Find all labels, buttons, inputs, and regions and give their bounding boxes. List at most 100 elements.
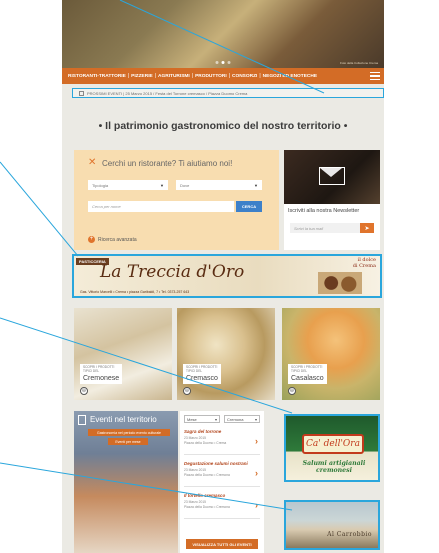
nav-separator: |: [191, 73, 194, 79]
month-select-value: Mese: [187, 416, 197, 422]
event-item[interactable]: Degustazione salumi nostrani 23 Marzo 20…: [184, 461, 260, 487]
newsletter-panel: Iscriviti alla nostra Newsletter Scrivi …: [284, 150, 380, 250]
events-ticker-text: PROSSIMI EVENTI | 25 Marzo 2015 / Festa …: [87, 90, 248, 96]
treccia-doro-ad-banner[interactable]: PASTICCERIA La Treccia d'Oro il dolce di…: [72, 254, 382, 298]
events-ticker[interactable]: PROSSIMI EVENTI | 25 Marzo 2015 / Festa …: [72, 88, 384, 98]
events-list: Mese ▾ Cremona ▾ Sagra del torrone 23 Ma…: [180, 411, 264, 553]
product-kicker: TIPICI DEL: [291, 368, 308, 373]
product-name: Cremonese: [83, 374, 120, 382]
newsletter-title: Iscriviti alla nostra Newsletter: [288, 208, 360, 214]
send-arrow-icon[interactable]: ➤: [360, 223, 374, 233]
envelope-icon: [319, 167, 345, 185]
event-item[interactable]: Il tortello cremasco 23 Marzo 2015 Piazz…: [184, 493, 260, 519]
chevron-down-icon: ▾: [254, 417, 257, 422]
main-nav: RISTORANTI-TRATTORIE | PIZZERIE | AGRITU…: [62, 68, 384, 84]
chevron-down-icon: ▼: [160, 183, 164, 188]
events-panel: Eventi nel territorio Gastronomia nel pe…: [74, 411, 178, 553]
name-search-input[interactable]: Cerca per nome: [88, 201, 234, 212]
events-by-month-button[interactable]: Eventi per mese: [108, 438, 148, 445]
product-label: SCOPRI I PRODOTTI TIPICI DEL Casalasco: [288, 364, 327, 384]
nav-separator: |: [259, 73, 261, 79]
event-name: Il tortello cremasco: [184, 493, 226, 498]
chevron-down-icon: ▼: [254, 183, 258, 188]
banner-slogan: il dolce di Crema: [352, 257, 376, 269]
arrow-circle-icon[interactable]: ⊖: [80, 387, 88, 395]
product-label: SCOPRI I PRODOTTI TIPICI DEL Cremonese: [80, 364, 123, 384]
search-button[interactable]: CERCA: [236, 201, 262, 212]
main-content: PROSSIMI EVENTI | 25 Marzo 2015 / Festa …: [62, 84, 384, 553]
nav-item-negozi[interactable]: NEGOZI ED ENOTECHE: [263, 74, 317, 79]
chevron-right-icon[interactable]: ›: [255, 500, 258, 510]
product-kicker: TIPICI DEL: [186, 368, 203, 373]
all-events-button[interactable]: VISUALIZZA TUTTI GLI EVENTI: [186, 539, 258, 549]
hero-image: Foto della Collezione Crema: [62, 0, 384, 68]
calendar-icon: [78, 415, 86, 425]
chevron-right-icon[interactable]: ›: [255, 436, 258, 446]
cakes-image: [318, 272, 362, 294]
nav-item-consorzi[interactable]: CONSORZI: [232, 74, 257, 79]
chevron-down-icon: ▾: [214, 417, 217, 422]
ad-slogan: Salumi artigianali cremonesi: [302, 460, 366, 474]
area-select[interactable]: Cremona ▾: [224, 415, 260, 423]
newsletter-image: [284, 150, 380, 204]
cremasco-image: [177, 308, 275, 400]
event-date: 23 Marzo 2015: [184, 436, 206, 440]
arrow-circle-icon[interactable]: ⊖: [288, 387, 296, 395]
nav-separator: |: [154, 73, 157, 79]
advanced-search-link[interactable]: + Ricerca avanzata: [88, 236, 137, 243]
search-title: Cerchi un ristorante? Ti aiutiamo noi!: [102, 159, 233, 168]
ad-brand: Al Carrobbio: [327, 531, 372, 538]
slider-dot[interactable]: [227, 61, 231, 64]
restaurant-search-panel: ✕ Cerchi un ristorante? Ti aiutiamo noi!…: [74, 150, 279, 250]
ad-brand: Ca' dell'Ora: [302, 434, 364, 454]
cutlery-icon: ✕: [88, 157, 97, 168]
events-title: Eventi nel territorio: [90, 415, 157, 424]
banner-slogan-line2: di Crema: [352, 262, 376, 269]
event-name: Sagra del torrone: [184, 429, 222, 434]
nav-item-produttori[interactable]: PRODUTTORI: [195, 74, 227, 79]
product-name: Cremasco: [186, 374, 218, 382]
section-title: • Il patrimonio gastronomico del nostro …: [98, 120, 348, 132]
arrow-circle-icon[interactable]: ⊖: [183, 387, 191, 395]
area-select-value: Cremona: [227, 416, 244, 422]
where-select[interactable]: Dove ▼: [176, 180, 262, 190]
banner-brand: La Treccia d'Oro: [100, 262, 245, 282]
event-place: Piazza della Duomo • Crema: [184, 441, 227, 445]
event-place: Piazza della Duomo • Cremona: [184, 505, 230, 509]
nav-item-pizzerie[interactable]: PIZZERIE: [131, 74, 153, 79]
cremonese-image: [74, 308, 172, 400]
banner-address: Gas. Vittorio Marcelli • Crema • piazza …: [80, 290, 190, 294]
type-select[interactable]: Tipologia ▼: [88, 180, 168, 190]
casalasco-image: [282, 308, 380, 400]
hero-caption: Foto della Collezione Crema: [340, 61, 378, 65]
where-select-value: Dove: [180, 182, 190, 188]
product-kicker: TIPICI DEL: [83, 368, 100, 373]
newsletter-email-input[interactable]: Scrivi la tua mail: [290, 223, 360, 233]
ca-dell-ora-ad[interactable]: Ca' dell'Ora Salumi artigianali cremones…: [284, 414, 380, 482]
product-label: SCOPRI I PRODOTTI TIPICI DEL Cremasco: [183, 364, 221, 384]
nav-separator: |: [228, 73, 231, 79]
page: Foto della Collezione Crema RISTORANTI-T…: [0, 0, 439, 553]
events-culture-button[interactable]: Gastronomia nel periodo evento culturale: [88, 429, 170, 436]
event-item[interactable]: Sagra del torrone 23 Marzo 2015 Piazza d…: [184, 429, 260, 455]
nav-item-agriturismi[interactable]: AGRITURISMI: [158, 74, 190, 79]
product-name: Casalasco: [291, 374, 324, 382]
slider-dot-active[interactable]: [221, 61, 225, 64]
al-carrobbio-ad[interactable]: Al Carrobbio: [284, 500, 380, 550]
event-name: Degustazione salumi nostrani: [184, 461, 248, 466]
calendar-icon: [79, 90, 84, 96]
slider-dots[interactable]: [215, 61, 231, 64]
product-card-cremasco[interactable]: SCOPRI I PRODOTTI TIPICI DEL Cremasco ⊖: [177, 308, 275, 400]
event-date: 23 Marzo 2015: [184, 500, 206, 504]
advanced-search-label: Ricerca avanzata: [98, 236, 137, 243]
product-card-cremonese[interactable]: SCOPRI I PRODOTTI TIPICI DEL Cremonese ⊖: [74, 308, 172, 400]
nav-separator: |: [127, 73, 130, 79]
event-date: 23 Marzo 2015: [184, 468, 206, 472]
product-card-casalasco[interactable]: SCOPRI I PRODOTTI TIPICI DEL Casalasco ⊖: [282, 308, 380, 400]
plus-icon: +: [88, 236, 95, 243]
slider-dot[interactable]: [215, 61, 219, 64]
chevron-right-icon[interactable]: ›: [255, 468, 258, 478]
hamburger-menu-icon[interactable]: [370, 72, 380, 80]
nav-item-ristoranti[interactable]: RISTORANTI-TRATTORIE: [68, 74, 126, 79]
month-select[interactable]: Mese ▾: [184, 415, 220, 423]
